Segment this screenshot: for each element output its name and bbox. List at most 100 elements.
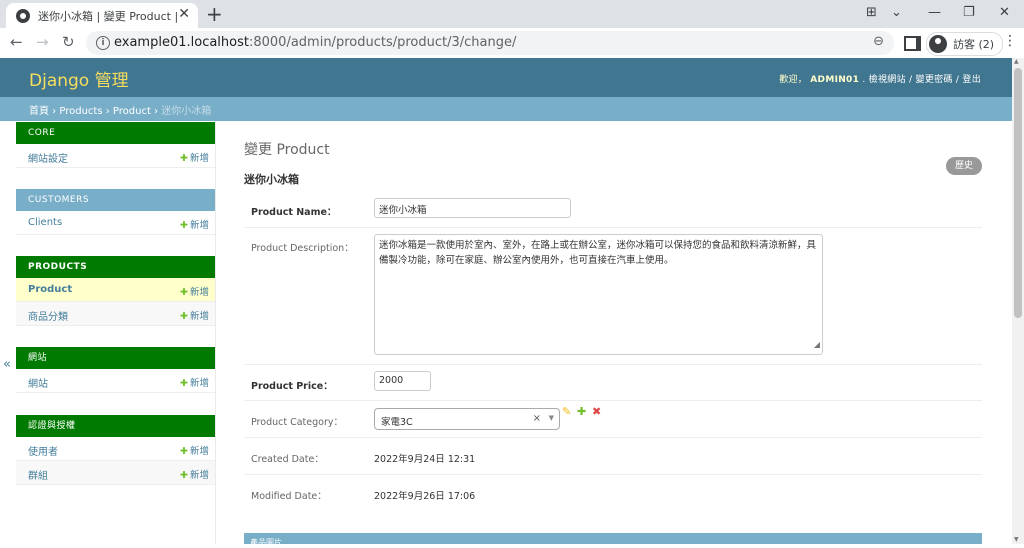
module-caption[interactable]: 網站 — [16, 347, 215, 369]
add-link[interactable]: ✚ 新增 — [180, 217, 209, 231]
more-menu-icon[interactable]: ⋮ — [1003, 33, 1017, 49]
plus-icon: ✚ — [180, 220, 188, 231]
page-title: 變更 Product — [244, 142, 330, 158]
sidebar-item-label[interactable]: 群組 — [28, 467, 48, 482]
breadcrumb-app[interactable]: Products — [59, 106, 102, 117]
sidebar-item-label[interactable]: 網站設定 — [28, 150, 68, 165]
select-value: 家電3C — [381, 417, 413, 428]
scroll-thumb[interactable] — [1014, 68, 1022, 318]
field-row-modified: Modified Date： 2022年9月26日 17:06 — [244, 475, 982, 511]
module-caption[interactable]: CORE — [16, 122, 215, 144]
product-name-input[interactable]: 迷你小冰箱 — [374, 198, 571, 218]
modified-date-value: 2022年9月26日 17:06 — [374, 491, 476, 502]
add-link[interactable]: ✚ 新增 — [180, 308, 209, 322]
module-caption[interactable]: CUSTOMERS — [16, 189, 215, 211]
user-tools: 歡迎， ADMIN01 . 檢視網站 / 變更密碼 / 登出 — [779, 72, 981, 85]
field-row-price: Product Price： 2000 — [244, 365, 982, 401]
product-price-input[interactable]: 2000 — [374, 371, 431, 391]
breadcrumb: 首頁 › Products › Product › 迷你小冰箱 — [0, 97, 1012, 121]
username: ADMIN01 — [810, 75, 860, 85]
close-tab-icon[interactable]: ✕ — [178, 6, 190, 22]
clear-icon[interactable]: × — [533, 413, 541, 424]
textarea-value: 迷你冰箱是一款使用於室內、室外，在路上或在辦公室，迷你冰箱可以保持您的食品和飲料… — [379, 240, 817, 266]
add-related-icon[interactable]: ✚ — [577, 405, 586, 418]
zoom-icon[interactable]: ⊖ — [873, 34, 884, 49]
sidebar-item-label[interactable]: Product — [28, 284, 72, 295]
breadcrumb-model[interactable]: Product — [113, 106, 151, 117]
add-link[interactable]: ✚ 新增 — [180, 467, 209, 481]
sidebar-item-label[interactable]: 商品分類 — [28, 308, 68, 323]
reload-icon[interactable]: ↻ — [62, 33, 75, 51]
field-label: Created Date： — [251, 454, 324, 465]
field-row-description: Product Description： 迷你冰箱是一款使用於室內、室外，在路上… — [244, 228, 982, 365]
module-sites: 網站 網站 ✚ 新增 — [16, 347, 215, 393]
sidebar-item-site-settings[interactable]: 網站設定 ✚ 新增 — [16, 144, 215, 168]
plus-icon: ✚ — [180, 446, 188, 457]
object-title: 迷你小冰箱 — [244, 173, 299, 186]
add-link[interactable]: ✚ 新增 — [180, 443, 209, 457]
sidebar-item-label[interactable]: Clients — [28, 217, 62, 228]
field-label: Product Name： — [251, 207, 337, 218]
module-caption[interactable]: PRODUCTS — [16, 256, 215, 278]
nav-sidebar: CORE 網站設定 ✚ 新增 CUSTOMERS Clients ✚ 新增 PROD… — [16, 122, 216, 544]
add-link[interactable]: ✚ 新增 — [180, 375, 209, 389]
field-label: Product Category： — [251, 417, 343, 428]
field-row-created: Created Date： 2022年9月24日 12:31 — [244, 438, 982, 475]
address-bar[interactable]: i example01.localhost:8000/admin/product… — [86, 31, 894, 55]
plus-icon: ✚ — [180, 378, 188, 389]
breadcrumb-home[interactable]: 首頁 — [29, 106, 49, 117]
module-customers: CUSTOMERS Clients ✚ 新增 — [16, 189, 215, 235]
scroll-down-icon[interactable]: ▼ — [1014, 536, 1019, 543]
side-panel-icon[interactable] — [904, 36, 921, 51]
globe-icon — [16, 8, 30, 23]
product-category-select[interactable]: 家電3C × ▼ — [374, 408, 560, 430]
sidebar-item-category[interactable]: 商品分類 ✚ 新增 — [16, 302, 215, 326]
profile-label: 訪客 (2) — [953, 38, 995, 51]
field-label: Product Price： — [251, 381, 333, 392]
breadcrumb-current: 迷你小冰箱 — [161, 106, 212, 117]
module-products: PRODUCTS Product ✚ 新增 商品分類 ✚ 新增 — [16, 256, 215, 326]
delete-related-icon[interactable]: ✖ — [592, 405, 601, 418]
window-close-icon[interactable]: ✕ — [999, 5, 1010, 20]
sidebar-item-product[interactable]: Product ✚ 新增 — [16, 278, 215, 302]
restore-icon[interactable]: ❐ — [963, 5, 975, 20]
edit-pencil-icon[interactable]: ✎ — [562, 405, 571, 418]
browser-tab-strip: 迷你小冰箱 | 變更 Product | Django ✕ + ⊞ ⌄ — ❐ … — [0, 0, 1024, 28]
back-icon[interactable]: ← — [10, 33, 23, 51]
user-links[interactable]: . 檢視網站 / 變更密碼 / 登出 — [862, 75, 981, 85]
resize-grip-icon[interactable]: ◢ — [814, 337, 820, 352]
minimize-icon[interactable]: — — [928, 5, 941, 20]
history-button[interactable]: 歷史 — [946, 157, 982, 175]
welcome-text: 歡迎， — [779, 75, 808, 85]
module-auth: 認證與授權 使用者 ✚ 新增 群組 ✚ 新增 — [16, 415, 215, 485]
page-scrollbar[interactable]: ▲ ▼ — [1012, 58, 1024, 544]
forward-icon[interactable]: → — [36, 33, 49, 51]
add-link[interactable]: ✚ 新增 — [180, 284, 209, 298]
browser-tab-active[interactable]: 迷你小冰箱 | 變更 Product | Django ✕ — [6, 3, 198, 28]
sidebar-item-clients[interactable]: Clients ✚ 新增 — [16, 211, 215, 235]
sidebar-item-users[interactable]: 使用者 ✚ 新增 — [16, 437, 215, 461]
sidebar-item-label[interactable]: 使用者 — [28, 443, 58, 458]
sidebar-item-sites[interactable]: 網站 ✚ 新增 — [16, 369, 215, 393]
scroll-up-icon[interactable]: ▲ — [1014, 58, 1019, 65]
profile-button[interactable]: 訪客 (2) — [926, 32, 1004, 56]
site-branding[interactable]: Django 管理 — [29, 66, 129, 91]
inline-title: 產品圖片 — [250, 538, 282, 547]
url-text: example01.localhost:8000/admin/products/… — [114, 35, 517, 50]
product-description-textarea[interactable]: 迷你冰箱是一款使用於室內、室外，在路上或在辦公室，迷你冰箱可以保持您的食品和飲料… — [374, 234, 823, 355]
tab-search-icon[interactable]: ⊞ — [866, 5, 877, 20]
field-label: Product Description： — [251, 243, 354, 254]
avatar-icon — [929, 35, 947, 53]
plus-icon: ✚ — [180, 470, 188, 481]
add-link[interactable]: ✚ 新增 — [180, 150, 209, 164]
chevron-down-icon[interactable]: ▼ — [549, 414, 554, 422]
browser-toolbar: ← → ↻ i example01.localhost:8000/admin/p… — [0, 28, 1024, 59]
chevron-down-icon[interactable]: ⌄ — [891, 5, 902, 20]
plus-icon: ✚ — [180, 153, 188, 164]
module-caption[interactable]: 認證與授權 — [16, 415, 215, 437]
new-tab-icon[interactable]: + — [206, 2, 223, 26]
sidebar-item-label[interactable]: 網站 — [28, 375, 48, 390]
toggle-sidebar-button[interactable]: « — [3, 357, 11, 372]
sidebar-item-groups[interactable]: 群組 ✚ 新增 — [16, 461, 215, 485]
site-info-icon[interactable]: i — [96, 36, 110, 50]
